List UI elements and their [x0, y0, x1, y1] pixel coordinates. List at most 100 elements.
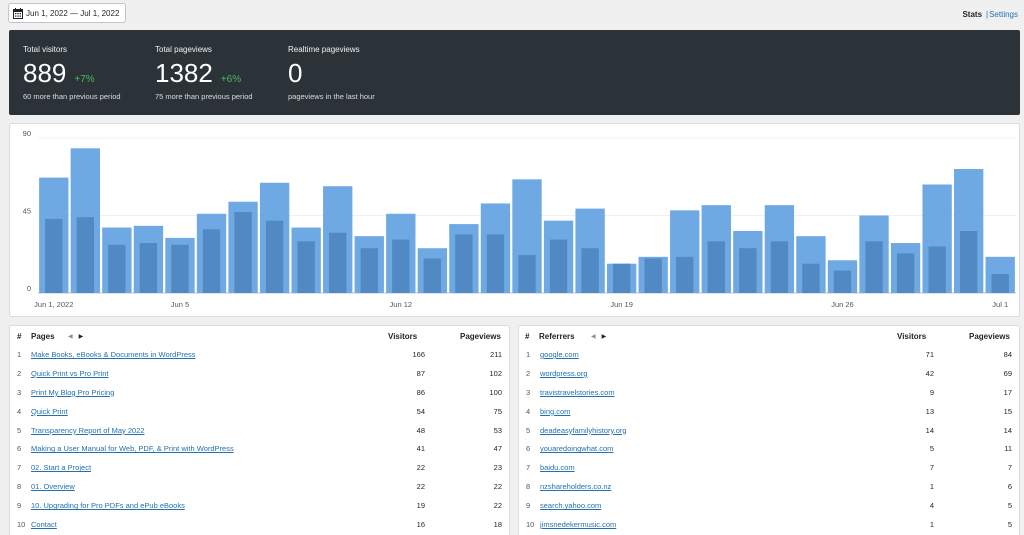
bar-visitors [865, 241, 883, 293]
table-row: 5 deadeasyfamilyhistory.org 14 14 [519, 422, 1019, 441]
table-row: 9 search.yahoo.com 4 5 [519, 497, 1019, 516]
row-link[interactable]: 01. Overview [31, 482, 75, 491]
table-row: 9 10. Upgrading for Pro PDFs and ePub eBo… [10, 497, 509, 516]
prev-page-icon[interactable]: ◀ [68, 334, 73, 340]
row-link[interactable]: Making a User Manual for Web, PDF, & Pri… [31, 444, 234, 453]
bar-visitors [896, 253, 915, 293]
table-row: 1 Make Books, eBooks & Documents in WordP… [10, 346, 509, 365]
table-row: 8 01. Overview 22 22 [10, 478, 509, 497]
row-link[interactable]: Transparency Report of May 2022 [31, 426, 145, 435]
x-tick-label: Jun 5 [171, 300, 189, 309]
row-link[interactable]: wordpress.org [540, 369, 588, 378]
top-bar: Jun 1, 2022 — Jul 1, 2022 Stats | Settin… [0, 0, 1024, 30]
pages-col-num: # [17, 332, 22, 341]
row-number: 8 [526, 482, 531, 492]
bar-visitors [76, 217, 94, 293]
row-number: 5 [17, 425, 22, 435]
pages-panel: # Pages ◀ ▶ Visitors Pageviews 1 Make Book… [9, 325, 510, 535]
bar-visitors [171, 244, 189, 293]
stats-link[interactable]: Stats [962, 10, 982, 19]
referrers-col-pageviews: Pageviews [969, 332, 1010, 341]
pages-header: # Pages ◀ ▶ Visitors Pageviews [10, 326, 509, 346]
row-visitors: 86 [416, 387, 425, 397]
date-range-label: Jun 1, 2022 — Jul 1, 2022 [26, 8, 120, 18]
row-number: 6 [526, 444, 531, 454]
x-tick-label: Jun 26 [831, 300, 854, 309]
row-link[interactable]: Quick Print [31, 407, 68, 416]
realtime-sub: pageviews in the last hour [288, 92, 375, 101]
row-link[interactable]: 02. Start a Project [31, 463, 91, 472]
bar-visitors [991, 274, 1009, 293]
pages-title: Pages [31, 332, 55, 341]
prev-page-icon[interactable]: ◀ [591, 334, 596, 340]
bar-visitors [676, 256, 694, 293]
settings-link[interactable]: Settings [989, 10, 1018, 19]
table-row: 2 wordpress.org 42 69 [519, 365, 1019, 384]
row-link[interactable]: Make Books, eBooks & Documents in WordPr… [31, 350, 196, 359]
row-visitors: 1 [929, 482, 934, 492]
bar-visitors [960, 231, 978, 293]
bar-visitors [644, 258, 662, 293]
row-link[interactable]: bing.com [540, 407, 570, 416]
row-link[interactable]: nzshareholders.co.nz [540, 482, 611, 491]
table-row: 5 Transparency Report of May 2022 48 53 [10, 422, 509, 441]
bar-visitors [707, 241, 725, 293]
row-number: 9 [17, 501, 22, 511]
row-pageviews: 6 [1007, 482, 1012, 492]
row-pageviews: 14 [1003, 425, 1012, 435]
pages-col-visitors: Visitors [388, 332, 418, 341]
bar-visitors [329, 232, 347, 293]
row-number: 7 [17, 463, 22, 473]
row-number: 3 [526, 387, 531, 397]
bar-visitors [360, 248, 378, 293]
row-visitors: 22 [416, 463, 425, 473]
row-link[interactable]: baidu.com [540, 463, 575, 472]
bar-visitors [392, 239, 410, 293]
bar-visitors [549, 239, 568, 293]
table-row: 6 youaredoingwhat.com 5 11 [519, 440, 1019, 459]
row-number: 4 [17, 406, 22, 416]
next-page-icon[interactable]: ▶ [602, 334, 607, 340]
row-visitors: 19 [416, 501, 425, 511]
x-tick-label: Jun 19 [610, 300, 633, 309]
date-range-picker[interactable]: Jun 1, 2022 — Jul 1, 2022 [8, 3, 127, 23]
row-link[interactable]: Quick Print vs Pro Print [31, 369, 109, 378]
bar-visitors [928, 246, 946, 293]
row-link[interactable]: 10. Upgrading for Pro PDFs and ePub eBoo… [31, 501, 185, 510]
row-link[interactable]: search.yahoo.com [540, 501, 601, 510]
bar-visitors [518, 255, 536, 293]
row-pageviews: 47 [493, 444, 502, 454]
bar-visitors [770, 241, 789, 293]
row-link[interactable]: Print My Blog Pro Pricing [31, 388, 114, 397]
row-visitors: 9 [929, 387, 934, 397]
row-link[interactable]: google.com [540, 350, 579, 359]
row-link[interactable]: Contact [31, 520, 57, 529]
row-link[interactable]: jimsnedekermusic.com [540, 520, 616, 529]
row-pageviews: 69 [1003, 368, 1012, 378]
table-row: 10 jimsnedekermusic.com 1 5 [519, 516, 1019, 535]
bar-visitors [139, 243, 158, 293]
bar-visitors [455, 234, 473, 293]
y-tick-label: 45 [23, 207, 31, 216]
bar-visitors [486, 234, 505, 293]
calendar-icon [13, 7, 23, 19]
y-tick-label: 0 [27, 284, 31, 293]
pages-pagination: ◀ ▶ [68, 333, 83, 340]
bar-visitors [234, 212, 252, 293]
row-link[interactable]: youaredoingwhat.com [540, 444, 613, 453]
bar-visitors [108, 244, 126, 293]
row-link[interactable]: deadeasyfamilyhistory.org [540, 426, 627, 435]
row-pageviews: 22 [493, 501, 502, 511]
row-pageviews: 23 [493, 463, 502, 473]
row-number: 1 [526, 350, 531, 359]
bar-visitors [265, 220, 284, 293]
row-pageviews: 100 [489, 387, 502, 397]
next-page-icon[interactable]: ▶ [79, 334, 84, 340]
row-visitors: 4 [929, 501, 934, 511]
bar-visitors [833, 270, 852, 293]
row-pageviews: 17 [1003, 387, 1012, 397]
table-row: 4 bing.com 13 15 [519, 403, 1019, 422]
row-link[interactable]: travistravelstories.com [540, 388, 615, 397]
row-pageviews: 53 [493, 425, 502, 435]
row-visitors: 48 [416, 425, 425, 435]
